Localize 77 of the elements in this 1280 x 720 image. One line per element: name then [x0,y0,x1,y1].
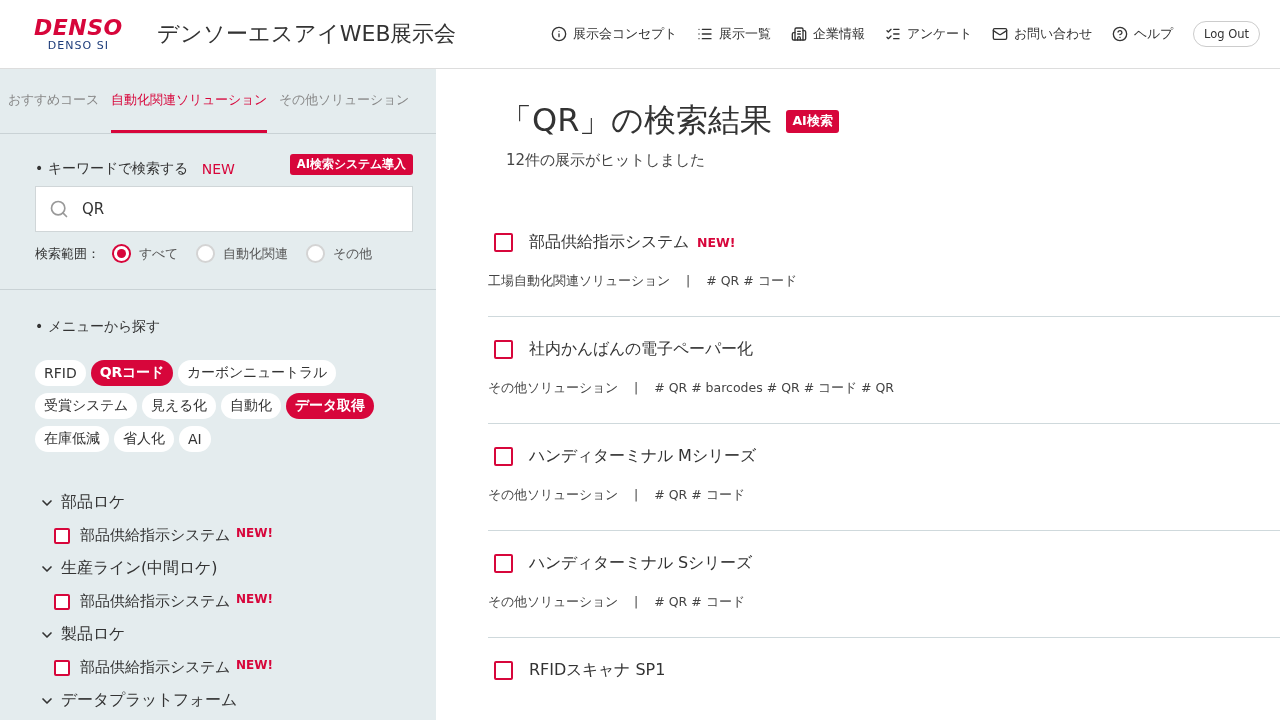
tree-item[interactable]: 部品供給指示システム [80,592,230,611]
tag-chip[interactable]: カーボンニュートラル [178,360,337,386]
tag-chip[interactable]: 在庫低減 [35,426,109,452]
tree-category[interactable]: 製品ロケ [61,624,125,645]
keyword-label: • キーワードで検索する [35,160,188,178]
results-title: 「QR」の検索結果 [500,100,773,141]
logo-subtitle: DENSO SI [47,38,109,52]
nav-link[interactable]: ヘルプ [1111,25,1173,43]
nav-link[interactable]: 展示会コンセプト [550,25,677,43]
tree-category[interactable]: 生産ライン(中間ロケ) [61,558,218,579]
result-title[interactable]: 部品供給指示システム [529,232,689,253]
ai-search-badge: AI検索 [786,109,839,133]
result-category: その他ソリューション [488,594,618,611]
search-icon [49,199,69,219]
brand-logo[interactable]: DENSO [34,16,123,39]
new-label: NEW! [236,592,273,606]
meta-divider: | [634,487,639,504]
new-label: NEW! [697,235,736,250]
result-tags: # QR # barcodes # QR # コード # QR [654,380,895,397]
checkbox[interactable] [494,447,513,466]
result-title[interactable]: ハンディターミナル Sシリーズ [529,553,753,574]
checkbox[interactable] [494,554,513,573]
search-field[interactable]: QR [35,186,413,232]
result-category: 工場自動化関連ソリューション [488,273,670,290]
checkbox[interactable] [54,527,70,544]
meta-divider: | [634,380,639,397]
tag-chip[interactable]: 受賞システム [35,393,137,419]
result-title[interactable]: RFIDスキャナ SP1 [529,660,666,681]
tag-chip[interactable]: QRコード [90,360,174,386]
tag-chip[interactable]: AI [179,426,211,452]
result-tags: # QR # コード [706,273,797,290]
result-tags: # QR # コード [654,594,745,611]
radio-button[interactable] [112,244,131,263]
tree-category[interactable]: 部品ロケ [61,492,125,513]
result-title[interactable]: ハンディターミナル Mシリーズ [529,446,756,467]
checkbox[interactable] [494,233,513,252]
tag-chip[interactable]: RFID [35,360,86,386]
building-icon [790,26,807,42]
checkbox[interactable] [494,661,513,680]
help-icon [1111,26,1128,42]
checkbox[interactable] [494,340,513,359]
tree-item[interactable]: 部品供給指示システム [80,658,230,677]
result-count: 12件の展示がヒットしました [506,151,707,170]
tag-chip[interactable]: 自動化 [221,393,281,419]
logout-button[interactable]: Log Out [1192,21,1260,47]
site-title: デンソーエスアイWEB展示会 [156,20,457,48]
radio-label: その他 [333,244,372,263]
result-title[interactable]: 社内かんばんの電子ペーパー化 [529,339,753,360]
checklist-icon [884,26,901,42]
nav-link[interactable]: お問い合わせ [991,25,1092,43]
checkbox[interactable] [54,659,70,676]
result-tags: # QR # コード [654,487,745,504]
nav-link[interactable]: 企業情報 [790,25,865,43]
nav-link[interactable]: 展示一覧 [696,25,771,43]
meta-divider: | [686,273,691,290]
tag-chip[interactable]: 省人化 [114,426,174,452]
sidebar-tab[interactable]: 自動化関連ソリューション [111,69,267,133]
list-icon [696,26,713,42]
info-icon [550,26,567,42]
meta-divider: | [634,594,639,611]
tree-category[interactable]: データプラットフォーム [61,690,237,711]
new-label: NEW! [236,658,273,672]
result-category: その他ソリューション [488,380,618,397]
tree-item[interactable]: 部品供給指示システム [80,526,230,545]
result-category: その他ソリューション [488,487,618,504]
new-label: NEW! [236,526,273,540]
tag-chip[interactable]: データ取得 [286,393,374,419]
scope-label: 検索範囲： [35,244,100,263]
radio-label: 自動化関連 [223,244,288,263]
nav-link[interactable]: アンケート [884,25,972,43]
radio-label: すべて [139,244,178,263]
ai-tooltip: AI検索システム導入 [289,154,413,175]
menu-label: • メニューから探す [35,318,160,334]
tag-chip[interactable]: 見える化 [142,393,216,419]
checkbox[interactable] [54,593,70,610]
mail-icon [991,26,1008,42]
new-label: NEW [201,161,235,177]
